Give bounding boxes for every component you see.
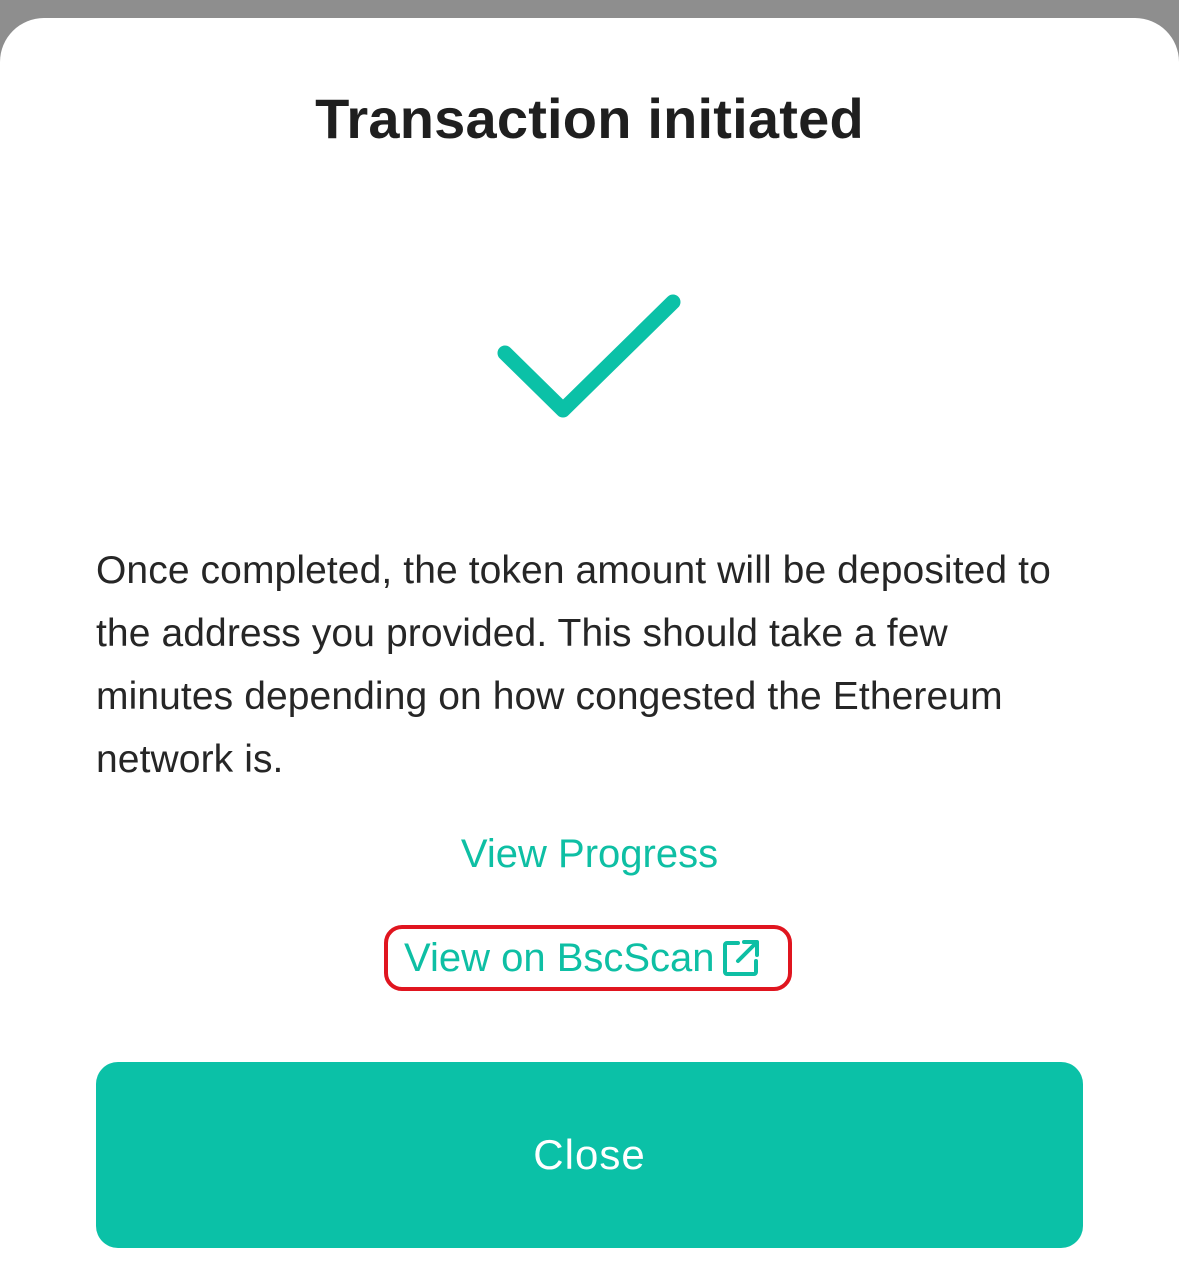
dialog-message: Once completed, the token amount will be… [96,549,1051,781]
view-on-bscscan-label: View on BscScan [404,935,715,980]
checkmark-icon [497,294,681,418]
close-button[interactable]: Close [96,1062,1083,1248]
dialog-title: Transaction initiated [315,87,864,150]
view-progress-link[interactable]: View Progress [0,832,1179,877]
external-link-icon [722,940,759,976]
view-on-bscscan-link[interactable]: View on BscScan [404,932,761,984]
